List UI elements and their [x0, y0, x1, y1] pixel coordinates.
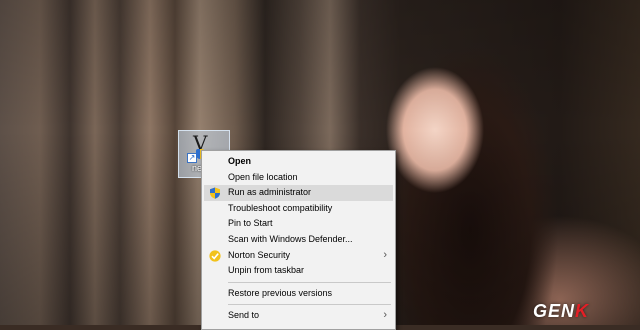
uac-shield-icon: [210, 187, 220, 199]
norton-check-icon: [209, 249, 221, 262]
menu-item-label: Send to: [228, 310, 260, 321]
menu-item-open[interactable]: Open: [204, 154, 393, 170]
menu-item-label: Open file location: [228, 171, 298, 182]
menu-item-label: Restore previous versions: [228, 287, 333, 298]
menu-item-label: Norton Security: [228, 249, 291, 260]
menu-item-label: Unpin from taskbar: [228, 265, 305, 276]
menu-item-troubleshoot-compatibility[interactable]: Troubleshoot compatibility: [204, 201, 393, 217]
chevron-right-icon: ›: [383, 309, 387, 322]
menu-item-restore-previous-versions[interactable]: Restore previous versions: [204, 286, 393, 302]
menu-item-label: Troubleshoot compatibility: [228, 202, 333, 213]
menu-item-label: Open: [228, 156, 252, 166]
menu-item-norton-security[interactable]: Norton Security ›: [204, 248, 393, 264]
menu-item-label: Pin to Start: [228, 218, 273, 229]
menu-separator: [228, 281, 391, 283]
menu-item-label: Run as administrator: [228, 187, 312, 198]
menu-item-pin-to-start[interactable]: Pin to Start: [204, 216, 393, 232]
menu-item-run-as-administrator[interactable]: Run as administrator: [204, 185, 393, 201]
menu-item-open-file-location[interactable]: Open file location: [204, 170, 393, 186]
menu-item-send-to[interactable]: Send to ›: [204, 308, 393, 324]
menu-item-unpin-from-taskbar[interactable]: Unpin from taskbar: [204, 263, 393, 279]
menu-item-label: Scan with Windows Defender...: [228, 233, 353, 244]
context-menu: Open Open file location Run as administr…: [201, 150, 396, 330]
chevron-right-icon: ›: [383, 248, 387, 261]
menu-item-scan-windows-defender[interactable]: Scan with Windows Defender...: [204, 232, 393, 248]
genk-watermark-logo: GENK: [533, 301, 590, 321]
menu-separator: [228, 304, 391, 306]
